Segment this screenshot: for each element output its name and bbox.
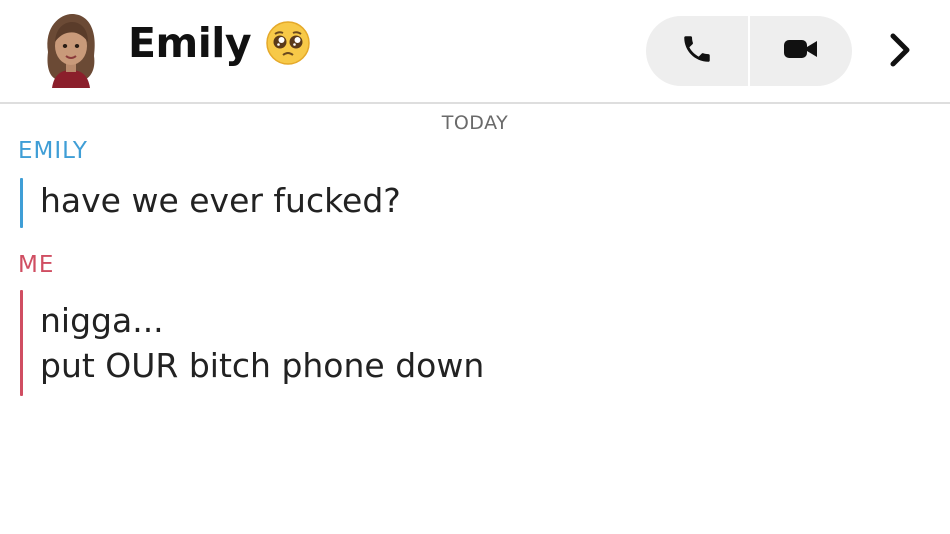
contact-name[interactable]: Emily	[128, 22, 252, 64]
message-text[interactable]: nigga...	[40, 301, 164, 341]
video-camera-icon	[781, 34, 821, 68]
header-divider	[0, 102, 950, 104]
chat-header: Emily	[0, 0, 950, 103]
message-bar-emily	[20, 178, 23, 228]
message-text[interactable]: have we ever fucked?	[40, 181, 401, 221]
video-call-button[interactable]	[750, 16, 852, 86]
message-bar-me	[20, 290, 23, 396]
voice-call-button[interactable]	[646, 16, 748, 86]
phone-icon	[680, 32, 714, 70]
chevron-right-icon[interactable]	[880, 30, 920, 70]
avatar[interactable]	[38, 12, 104, 88]
sender-label-emily: EMILY	[18, 138, 88, 164]
call-button-group	[646, 16, 852, 86]
date-separator: TODAY	[441, 112, 509, 134]
message-text[interactable]: put OUR bitch phone down	[40, 346, 484, 386]
sender-label-me: ME	[18, 252, 55, 278]
contact-name-wrap[interactable]: Emily	[128, 20, 311, 66]
pleading-face-emoji-icon	[265, 20, 311, 66]
